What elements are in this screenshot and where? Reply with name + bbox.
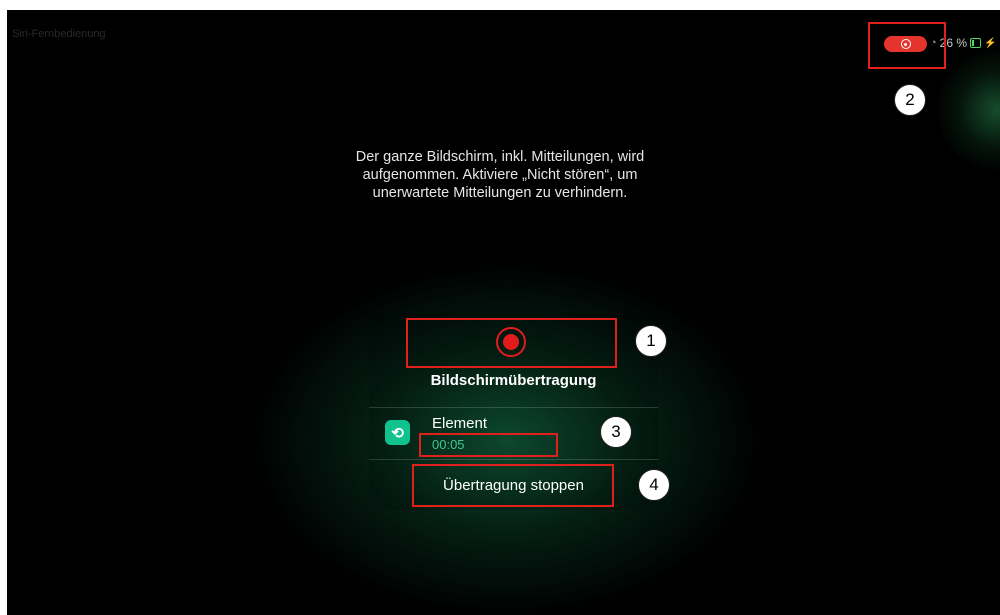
callout-number-4: 4: [638, 469, 670, 501]
ambient-glow-top: [937, 50, 1000, 170]
element-app-icon: ⟲: [385, 420, 410, 445]
callout-box-1: [406, 318, 617, 368]
callout-box-3: [419, 433, 558, 457]
battery-icon: [970, 38, 982, 48]
panel-title: Bildschirmübertragung: [430, 372, 597, 389]
callout-box-4: [412, 464, 614, 507]
callout-number-3: 3: [600, 416, 632, 448]
status-bar-left-text: Siri-Fernbedienung: [12, 28, 106, 40]
callout-number-2: 2: [894, 84, 926, 116]
divider: [369, 459, 658, 460]
app-name[interactable]: Element: [432, 415, 487, 432]
recording-info-message: Der ganze Bildschirm, inkl. Mitteilungen…: [355, 149, 645, 201]
callout-number-1: 1: [635, 325, 667, 357]
divider: [369, 407, 658, 408]
lightning-icon: ⚡: [984, 37, 997, 49]
callout-box-2: [868, 22, 946, 69]
